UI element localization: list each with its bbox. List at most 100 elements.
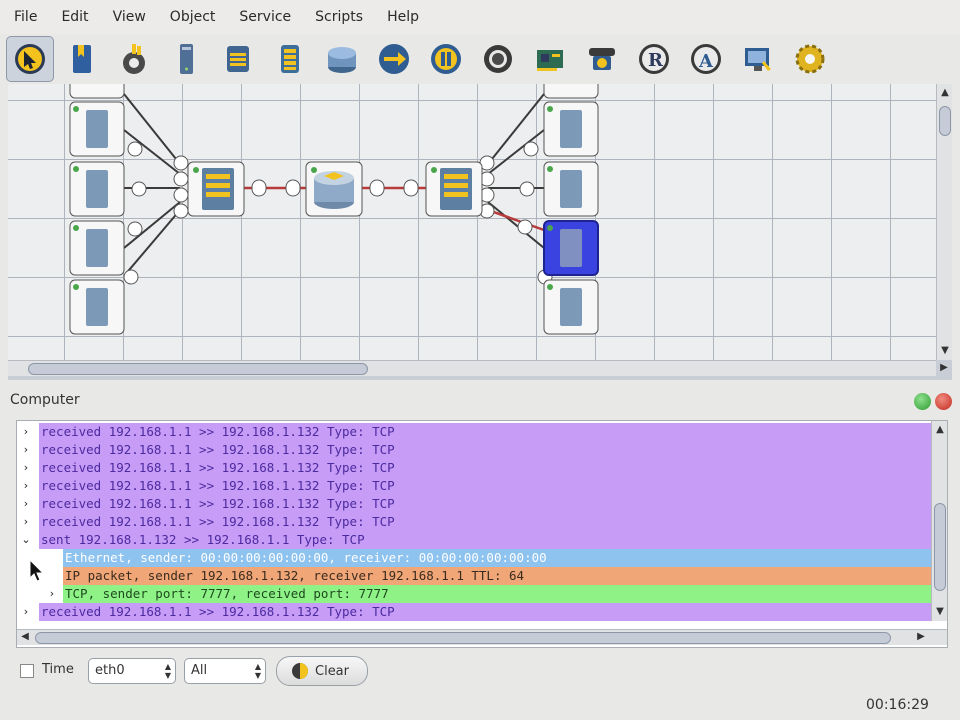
- log-detail-tcp[interactable]: › TCP, sender port: 7777, received port:…: [17, 585, 931, 603]
- menu-help[interactable]: Help: [375, 9, 431, 25]
- cable-icon: [123, 44, 145, 74]
- hub-icon: [227, 46, 249, 72]
- menu-view[interactable]: View: [101, 9, 158, 25]
- menu-scripts[interactable]: Scripts: [303, 9, 375, 25]
- expand-icon[interactable]: ›: [19, 477, 33, 495]
- bookmark-icon: [73, 45, 91, 73]
- switch-icon: [281, 45, 299, 73]
- menu-object[interactable]: Object: [158, 9, 228, 25]
- phone-tool-button[interactable]: [578, 36, 626, 82]
- scroll-down-icon[interactable]: ▼: [932, 605, 947, 619]
- a-letter-icon: A: [691, 44, 721, 74]
- filter-value: All: [191, 663, 208, 678]
- pointer-icon: [15, 44, 45, 74]
- svg-text:R: R: [648, 50, 664, 71]
- expand-icon[interactable]: ›: [19, 441, 33, 459]
- scroll-up-icon[interactable]: ▲: [932, 423, 947, 437]
- log-vertical-scroll-thumb[interactable]: [934, 503, 946, 591]
- app-window: File Edit View Object Service Scripts He…: [0, 0, 960, 720]
- log-row[interactable]: › received 192.168.1.1 >> 192.168.1.132 …: [17, 495, 931, 513]
- log-text: received 192.168.1.1 >> 192.168.1.132 Ty…: [39, 513, 931, 531]
- network-canvas[interactable]: [8, 84, 936, 360]
- collapse-icon[interactable]: ⌄: [19, 531, 33, 549]
- log-row[interactable]: › received 192.168.1.1 >> 192.168.1.132 …: [17, 513, 931, 531]
- computer-tool-button[interactable]: [162, 36, 210, 82]
- menu-edit[interactable]: Edit: [49, 9, 100, 25]
- expand-icon[interactable]: ›: [19, 513, 33, 531]
- ring-tool-button[interactable]: [474, 36, 522, 82]
- left-switch: [187, 161, 245, 217]
- log-text: received 192.168.1.1 >> 192.168.1.132 Ty…: [39, 441, 931, 459]
- pointer-tool-button[interactable]: [6, 36, 54, 82]
- right-switch: [425, 161, 483, 217]
- log-text: received 192.168.1.1 >> 192.168.1.132 Ty…: [39, 477, 931, 495]
- log-row[interactable]: › received 192.168.1.1 >> 192.168.1.132 …: [17, 441, 931, 459]
- log-text: received 192.168.1.1 >> 192.168.1.132 Ty…: [39, 459, 931, 477]
- maximize-button[interactable]: [914, 393, 931, 410]
- clear-label: Clear: [315, 663, 349, 679]
- interface-select[interactable]: eth0 ▲ ▼: [88, 658, 176, 684]
- log-detail-ip[interactable]: IP packet, sender 192.168.1.132, receive…: [17, 567, 931, 585]
- network-card-tool-button[interactable]: [526, 36, 574, 82]
- phone-icon: [589, 48, 615, 70]
- horizontal-scroll-thumb[interactable]: [28, 363, 368, 375]
- menu-bar: File Edit View Object Service Scripts He…: [0, 0, 960, 34]
- svg-text:A: A: [698, 51, 714, 72]
- switch-tool-button[interactable]: [266, 36, 314, 82]
- expand-icon[interactable]: ›: [19, 459, 33, 477]
- connect-arrow-icon: [379, 44, 409, 74]
- close-button[interactable]: [935, 393, 952, 410]
- expand-icon[interactable]: ›: [19, 603, 33, 621]
- menu-file[interactable]: File: [2, 9, 49, 25]
- panel-title: Computer: [10, 392, 80, 408]
- pause-tool-button[interactable]: [422, 36, 470, 82]
- router: [305, 161, 363, 217]
- cable-tool-button[interactable]: [110, 36, 158, 82]
- log-text: IP packet, sender 192.168.1.132, receive…: [63, 567, 931, 585]
- log-text: received 192.168.1.1 >> 192.168.1.132 Ty…: [39, 603, 931, 621]
- log-vertical-scrollbar[interactable]: ▲ ▼: [931, 421, 947, 621]
- clear-icon: [292, 663, 308, 679]
- time-label: Time: [42, 662, 74, 677]
- spinner-arrows-icon: ▲ ▼: [254, 662, 261, 680]
- scroll-right-icon[interactable]: ▶: [913, 630, 929, 644]
- connect-tool-button[interactable]: [370, 36, 418, 82]
- log-detail-ethernet[interactable]: Ethernet, sender: 00:00:00:00:00:00, rec…: [17, 549, 931, 567]
- expand-icon[interactable]: ›: [45, 585, 59, 603]
- expand-icon[interactable]: ›: [19, 495, 33, 513]
- filter-select[interactable]: All ▲ ▼: [184, 658, 266, 684]
- canvas-vertical-scrollbar[interactable]: ▲ ▼: [936, 84, 952, 360]
- expand-icon[interactable]: ›: [19, 423, 33, 441]
- log-text: Ethernet, sender: 00:00:00:00:00:00, rec…: [63, 549, 931, 567]
- monitor-tool-button[interactable]: [734, 36, 782, 82]
- log-row[interactable]: › received 192.168.1.1 >> 192.168.1.132 …: [17, 477, 931, 495]
- r-tool-button[interactable]: R: [630, 36, 678, 82]
- log-horizontal-scroll-thumb[interactable]: [35, 632, 891, 644]
- log-row[interactable]: › received 192.168.1.1 >> 192.168.1.132 …: [17, 603, 931, 621]
- log-text: sent 192.168.1.132 >> 192.168.1.1 Type: …: [39, 531, 931, 549]
- network-canvas-area: ▲ ▼ ▶: [8, 84, 952, 380]
- time-checkbox[interactable]: [20, 664, 34, 678]
- computer-tower-icon: [180, 44, 193, 74]
- router-tool-button[interactable]: [318, 36, 366, 82]
- log-text: received 192.168.1.1 >> 192.168.1.132 Ty…: [39, 423, 931, 441]
- scroll-up-icon[interactable]: ▲: [937, 86, 953, 100]
- hub-tool-button[interactable]: [214, 36, 262, 82]
- scroll-left-icon[interactable]: ◀: [17, 630, 33, 644]
- canvas-horizontal-scrollbar[interactable]: ▶: [8, 360, 948, 376]
- a-tool-button[interactable]: A: [682, 36, 730, 82]
- mouse-cursor-icon: [29, 559, 45, 582]
- log-row[interactable]: › received 192.168.1.1 >> 192.168.1.132 …: [17, 423, 931, 441]
- log-row[interactable]: › received 192.168.1.1 >> 192.168.1.132 …: [17, 459, 931, 477]
- toolbar: R A: [6, 34, 956, 84]
- network-card-icon: [537, 50, 563, 71]
- log-row-expanded[interactable]: ⌄ sent 192.168.1.132 >> 192.168.1.1 Type…: [17, 531, 931, 549]
- menu-service[interactable]: Service: [227, 9, 303, 25]
- bookmark-tool-button[interactable]: [58, 36, 106, 82]
- gear-tool-button[interactable]: [786, 36, 834, 82]
- clear-button[interactable]: Clear: [276, 656, 368, 686]
- log-horizontal-scrollbar[interactable]: ◀ ▶: [17, 629, 947, 645]
- scroll-right-icon[interactable]: ▶: [936, 361, 952, 375]
- scroll-down-icon[interactable]: ▼: [937, 344, 953, 358]
- vertical-scroll-thumb[interactable]: [939, 106, 951, 136]
